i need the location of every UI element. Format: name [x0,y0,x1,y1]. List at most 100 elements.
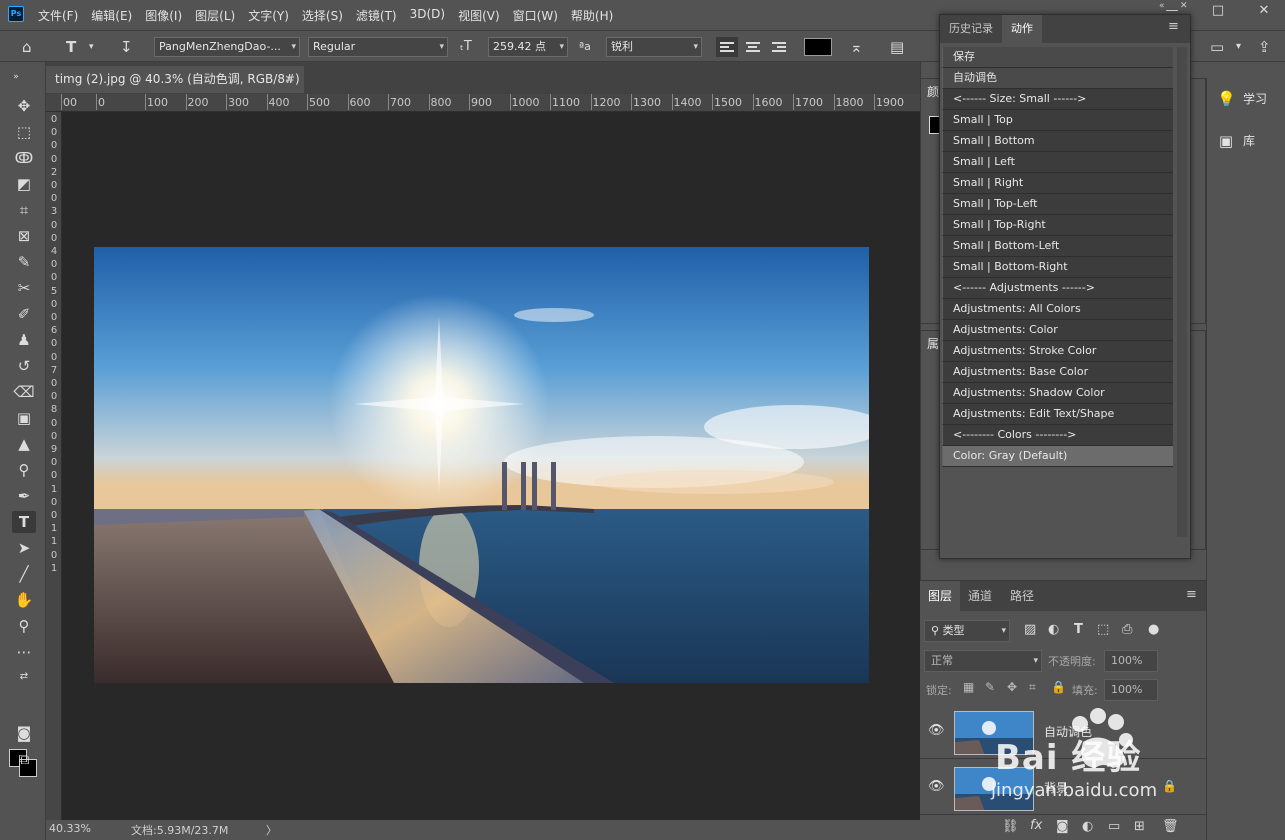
eraser-tool-icon[interactable]: ⌫ [12,381,36,403]
delete-layer-icon[interactable]: 🗑 [1162,819,1179,834]
gradient-tool-icon[interactable]: ▣ [12,407,36,429]
lock-transparency-icon[interactable]: ▦ [963,680,974,694]
chevron-down-icon[interactable]: ▾ [1236,38,1241,56]
menu-layer[interactable]: 图层(L) [195,7,235,24]
adjustment-layer-icon[interactable]: ◐ [1082,819,1093,834]
menu-edit[interactable]: 编辑(E) [91,7,132,24]
tab-paths[interactable]: 路径 [1002,581,1042,611]
action-item[interactable]: <------ Adjustments ------> [942,278,1173,299]
align-left-button[interactable] [716,37,738,57]
fill-input[interactable]: 100% [1104,679,1158,701]
filter-shape-icon[interactable]: ⬚ [1097,622,1109,637]
learn-panel-button[interactable]: 💡 学习 [1207,80,1285,118]
lock-position-icon[interactable]: ✥ [1007,680,1017,694]
actions-scrollbar[interactable] [1177,47,1187,537]
chevron-down-icon[interactable]: ▾ [89,38,94,56]
library-panel-button[interactable]: ▣ 库 [1207,122,1285,160]
layer-style-icon[interactable]: fx [1030,818,1042,833]
filter-adjustment-icon[interactable]: ◐ [1048,622,1059,637]
character-panel-icon[interactable]: ▤ [890,38,904,56]
layer-filter-select[interactable]: ⚲ 类型 ▾ [924,620,1010,642]
dodge-tool-icon[interactable]: ⚲ [12,459,36,481]
home-icon[interactable]: ⌂ [22,38,32,56]
action-item[interactable]: Small | Top [942,110,1173,131]
share-icon[interactable]: ⇪ [1258,38,1271,56]
menu-help[interactable]: 帮助(H) [571,7,613,24]
menu-window[interactable]: 窗口(W) [513,7,558,24]
action-item[interactable]: Adjustments: Edit Text/Shape [942,404,1173,425]
brush-tool-icon[interactable]: ✐ [12,303,36,325]
type-tool-icon[interactable]: T [12,511,36,533]
action-item[interactable]: Color: Gray (Default) [942,446,1173,467]
align-center-button[interactable] [742,37,764,57]
action-item[interactable]: <------ Size: Small ------> [942,89,1173,110]
eyedropper-icon[interactable]: ✎ [12,251,36,273]
close-button[interactable]: ✕ [1251,3,1277,19]
menu-file[interactable]: 文件(F) [38,7,78,24]
marquee-tool-icon[interactable]: ⬚ [12,121,36,143]
filter-pixel-icon[interactable]: ▨ [1024,622,1036,637]
action-item[interactable]: 保存 [942,47,1173,68]
action-item[interactable]: Adjustments: Color [942,320,1173,341]
quick-mask-icon[interactable]: ◙ [12,722,36,744]
orientation-toggle-icon[interactable]: ↧ [120,38,133,56]
tab-history[interactable]: 历史记录 [940,15,1002,43]
zoom-level[interactable]: 40.33% [49,822,91,835]
action-item[interactable]: Adjustments: All Colors [942,299,1173,320]
collapse-icon[interactable]: » [4,66,28,88]
close-panel-icon[interactable]: ✕ [1180,1,1188,11]
new-layer-icon[interactable]: ⊞ [1134,819,1145,834]
menu-type[interactable]: 文字(Y) [248,7,289,24]
action-item[interactable]: Small | Bottom [942,131,1173,152]
action-item[interactable]: <-------- Colors --------> [942,425,1173,446]
tab-layers[interactable]: 图层 [920,581,961,611]
crop-tool-icon[interactable]: ⌗ [12,199,36,221]
antialias-select[interactable]: 锐利 ▾ [606,37,702,57]
pen-tool-icon[interactable]: ✒ [12,485,36,507]
opacity-input[interactable]: 100% [1104,650,1158,672]
lock-all-icon[interactable]: 🔒 [1051,680,1066,694]
path-select-icon[interactable]: ➤ [12,537,36,559]
menu-image[interactable]: 图像(I) [145,7,182,24]
swap-colors-icon[interactable]: ⇄ [12,666,36,688]
maximize-button[interactable]: □ [1205,3,1231,19]
document-image[interactable] [94,247,869,683]
lock-artboard-icon[interactable]: ⌗ [1029,680,1036,695]
close-icon[interactable]: × [284,66,294,93]
action-item[interactable]: 自动调色 [942,68,1173,89]
more-tools-icon[interactable]: ⋯ [12,641,36,663]
filter-smart-object-icon[interactable]: ⎙ [1122,622,1132,637]
object-select-icon[interactable]: ◩ [12,173,36,195]
blur-tool-icon[interactable]: ▲ [12,433,36,455]
action-item[interactable]: Small | Bottom-Right [942,257,1173,278]
menu-filter[interactable]: 滤镜(T) [356,7,397,24]
menu-3d[interactable]: 3D(D) [410,7,445,24]
stamp-tool-icon[interactable]: ♟ [12,329,36,351]
panel-menu-icon[interactable]: ≡ [1186,587,1197,602]
add-mask-icon[interactable]: ◙ [1056,819,1069,834]
link-layers-icon[interactable]: ⛓ [1002,819,1019,834]
align-right-button[interactable] [768,37,790,57]
tab-actions[interactable]: 动作 [1002,15,1042,43]
color-panel-label[interactable]: 颜 [927,83,939,100]
text-color-swatch[interactable] [804,38,832,56]
filter-toggle-icon[interactable]: ● [1148,622,1159,637]
line-tool-icon[interactable]: ╱ [12,563,36,585]
font-style-select[interactable]: Regular ▾ [308,37,448,57]
zoom-tool-icon[interactable]: ⚲ [12,615,36,637]
healing-brush-icon[interactable]: ✂ [12,277,36,299]
workspace-icon[interactable]: ▭ [1210,38,1224,56]
collapse-panel-icon[interactable]: « [1159,1,1165,11]
font-family-select[interactable]: PangMenZhengDao-... ▾ [154,37,300,57]
action-item[interactable]: Adjustments: Stroke Color [942,341,1173,362]
menu-select[interactable]: 选择(S) [302,7,343,24]
panel-menu-icon[interactable]: ≡ [1168,19,1179,34]
action-item[interactable]: Small | Right [942,173,1173,194]
tab-channels[interactable]: 通道 [960,581,1000,611]
action-item[interactable]: Small | Bottom-Left [942,236,1173,257]
warp-text-icon[interactable]: ⌅ [850,38,863,56]
font-size-select[interactable]: 259.42 点 ▾ [488,37,568,57]
move-tool-icon[interactable]: ✥ [12,95,36,117]
action-item[interactable]: Small | Top-Right [942,215,1173,236]
eye-icon[interactable]: 👁 [928,723,945,738]
